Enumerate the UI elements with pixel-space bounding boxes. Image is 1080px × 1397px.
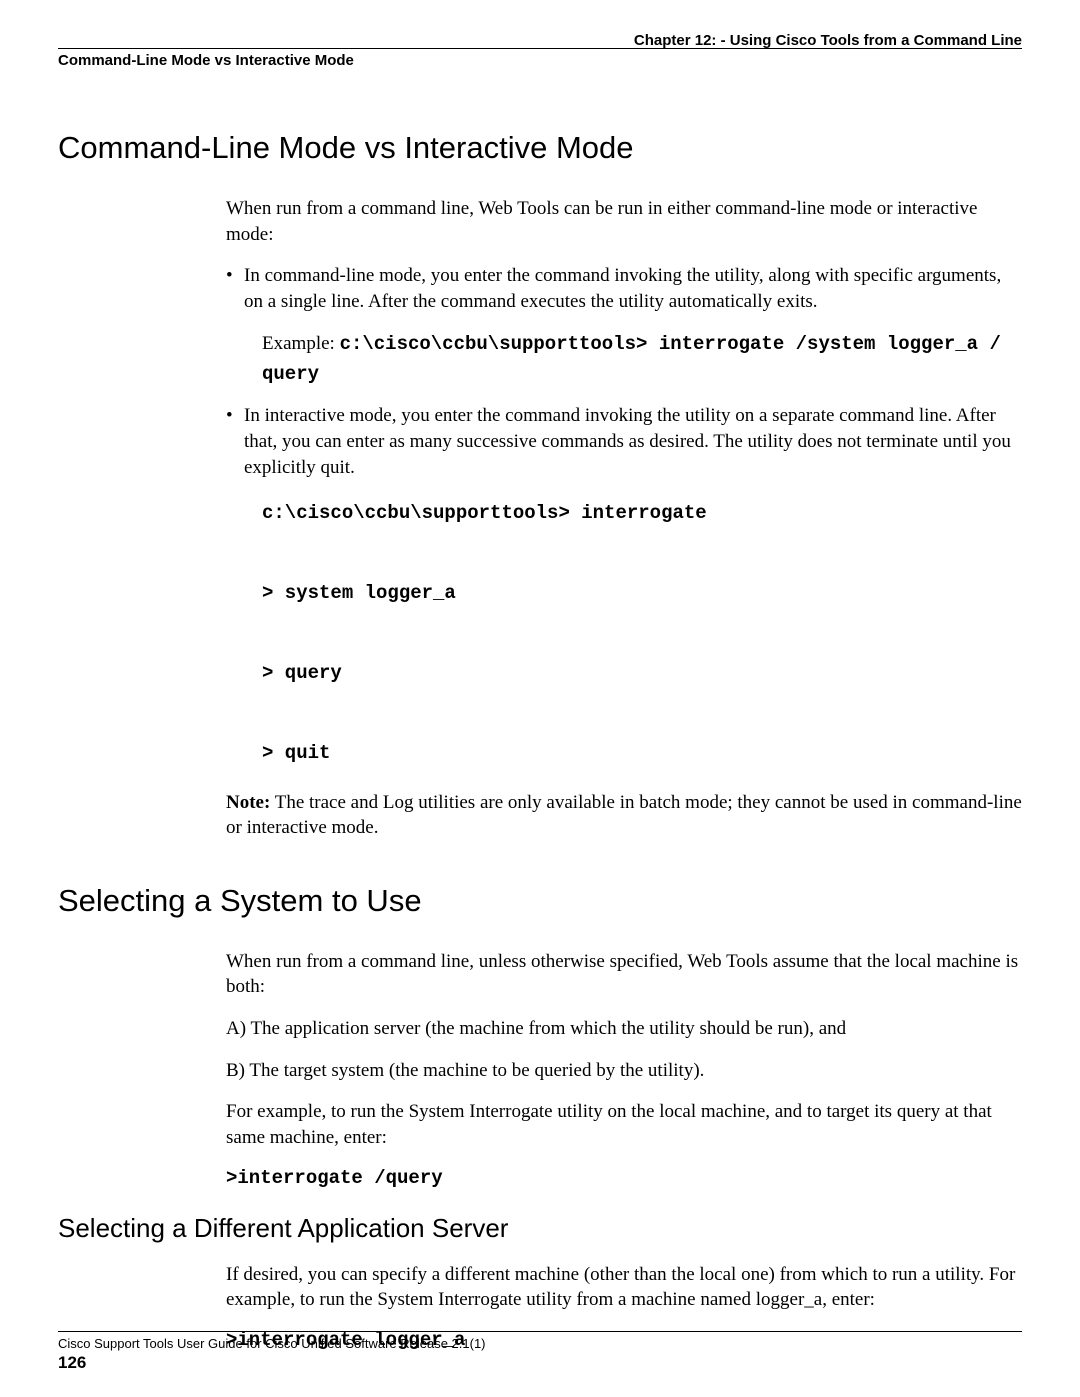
s2-p4: For example, to run the System Interroga…: [226, 1099, 1022, 1150]
s1-bullets: In command-line mode, you enter the comm…: [226, 263, 1022, 773]
section-1-content: When run from a command line, Web Tools …: [226, 196, 1022, 841]
s1-intro: When run from a command line, Web Tools …: [226, 196, 1022, 247]
heading-selecting-diff-app-server: Selecting a Different Application Server: [58, 1213, 1022, 1244]
page-number: 126: [58, 1353, 1022, 1373]
s1-note: Note: The trace and Log utilities are on…: [226, 790, 1022, 841]
s2-code: >interrogate /query: [226, 1167, 1022, 1189]
s1-note-text: The trace and Log utilities are only ava…: [226, 792, 1022, 839]
body: Command-Line Mode vs Interactive Mode Wh…: [58, 120, 1022, 1361]
s1-example-label: Example:: [262, 333, 340, 354]
page: Chapter 12: - Using Cisco Tools from a C…: [0, 0, 1080, 1397]
header-rule: [58, 48, 1022, 49]
s1-bullet-1: In command-line mode, you enter the comm…: [226, 263, 1022, 389]
s3-p1: If desired, you can specify a different …: [226, 1262, 1022, 1313]
heading-selecting-system: Selecting a System to Use: [58, 883, 1022, 919]
heading-cli-vs-interactive: Command-Line Mode vs Interactive Mode: [58, 130, 1022, 166]
s1-example-code: c:\cisco\ccbu\supporttools> interrogate …: [262, 333, 1001, 385]
s2-p1: When run from a command line, unless oth…: [226, 949, 1022, 1000]
footer: Cisco Support Tools User Guide for Cisco…: [58, 1331, 1022, 1373]
s1-example: Example: c:\cisco\ccbu\supporttools> int…: [262, 329, 1022, 390]
s1-bullet-2: In interactive mode, you enter the comma…: [226, 403, 1022, 773]
section-2-content: When run from a command line, unless oth…: [226, 949, 1022, 1189]
header-chapter: Chapter 12: - Using Cisco Tools from a C…: [634, 32, 1022, 49]
s1-codeblock: c:\cisco\ccbu\supporttools> interrogate …: [262, 494, 1022, 773]
s2-p3: B) The target system (the machine to be …: [226, 1058, 1022, 1084]
s1-bullet-2-text: In interactive mode, you enter the comma…: [244, 403, 1022, 480]
header-section: Command-Line Mode vs Interactive Mode: [58, 52, 354, 69]
footer-text: Cisco Support Tools User Guide for Cisco…: [58, 1336, 1022, 1351]
s1-bullet-1-text: In command-line mode, you enter the comm…: [244, 263, 1022, 314]
s1-note-label: Note:: [226, 792, 270, 813]
footer-rule: [58, 1331, 1022, 1332]
s2-p2: A) The application server (the machine f…: [226, 1016, 1022, 1042]
